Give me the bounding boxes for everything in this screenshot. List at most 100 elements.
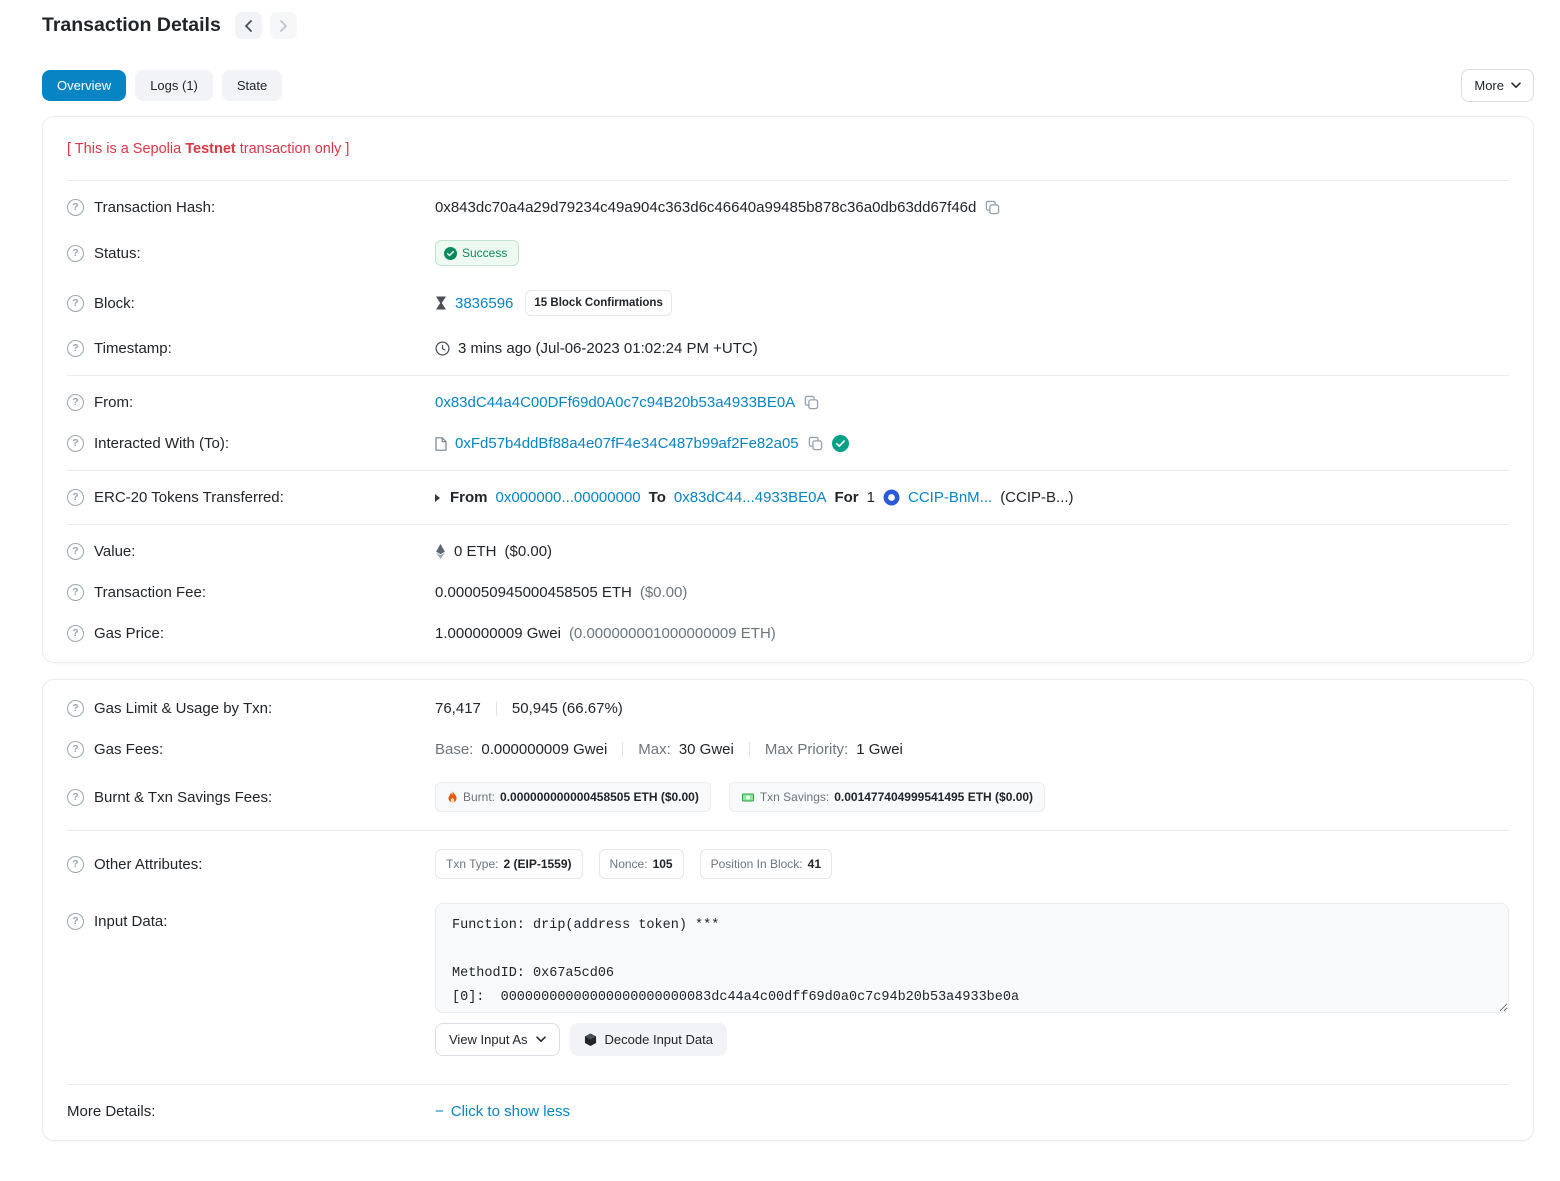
divider <box>67 524 1509 525</box>
banner-prefix: [ This is a Sepolia <box>67 141 185 157</box>
help-icon: ? <box>67 435 84 452</box>
help-icon: ? <box>67 700 84 717</box>
erc20-token-link[interactable]: CCIP-BnM... <box>908 489 992 506</box>
divider <box>67 180 1509 181</box>
help-icon: ? <box>67 199 84 216</box>
label-text: Gas Price: <box>94 625 164 642</box>
max-fee-label: Max: <box>638 741 671 758</box>
erc20-for-word: For <box>834 489 858 506</box>
status-text: Success <box>462 246 507 260</box>
label-text: Status: <box>94 245 141 262</box>
gas-price-label: ? Gas Price: <box>67 625 435 642</box>
help-icon: ? <box>67 741 84 758</box>
gas-limit-value: 76,417 <box>435 700 481 717</box>
show-less-text: Click to show less <box>451 1103 570 1120</box>
block-label: ? Block: <box>67 295 435 312</box>
more-button[interactable]: More <box>1461 69 1534 102</box>
input-data-textarea[interactable]: Function: drip(address token) *** Method… <box>435 903 1509 1013</box>
money-icon <box>741 792 755 803</box>
hourglass-icon <box>435 296 447 310</box>
overview-card: [ This is a Sepolia Testnet transaction … <box>42 116 1534 663</box>
copy-icon[interactable] <box>984 199 1001 216</box>
chevron-down-icon <box>1511 82 1521 89</box>
divider <box>67 830 1509 831</box>
position-label: Position In Block: <box>711 857 803 871</box>
caret-right-icon[interactable] <box>435 494 440 502</box>
label-text: Transaction Fee: <box>94 584 206 601</box>
transaction-fee-label: ? Transaction Fee: <box>67 584 435 601</box>
next-transaction-button[interactable] <box>270 12 297 39</box>
row-value: ? Value: 0 ETH ($0.00) <box>67 531 1509 572</box>
banner-bold: Testnet <box>185 141 236 157</box>
cube-icon <box>584 1033 597 1047</box>
erc20-from-address-link[interactable]: 0x000000...00000000 <box>496 489 641 506</box>
input-data-label: ? Input Data: <box>67 903 435 930</box>
row-input-data: ? Input Data: Function: drip(address tok… <box>67 891 1509 1068</box>
erc20-transfer-item: From 0x000000...00000000 To 0x83dC44...4… <box>435 489 1509 506</box>
label-text: More Details: <box>67 1103 155 1120</box>
row-block: ? Block: 3836596 15 Block Confirmations <box>67 278 1509 328</box>
label-text: Burnt & Txn Savings Fees: <box>94 789 272 806</box>
row-interacted-with: ? Interacted With (To): 0xFd57b4ddBf88a4… <box>67 423 1509 464</box>
txn-type-value: 2 (EIP-1559) <box>503 857 571 871</box>
erc20-amount: 1 <box>867 489 875 506</box>
row-other-attributes: ? Other Attributes: Txn Type: 2 (EIP-155… <box>67 837 1509 891</box>
page-title: Transaction Details <box>42 14 221 37</box>
fee-usd: ($0.00) <box>640 584 688 601</box>
decode-input-data-button[interactable]: Decode Input Data <box>570 1023 727 1056</box>
from-label: ? From: <box>67 394 435 411</box>
previous-transaction-button[interactable] <box>235 12 262 39</box>
eth-logo-icon <box>435 544 446 559</box>
value-usd: ($0.00) <box>505 543 553 560</box>
timestamp-label: ? Timestamp: <box>67 340 435 357</box>
transaction-hash-value: 0x843dc70a4a29d79234c49a904c363d6c46640a… <box>435 199 976 216</box>
tab-logs[interactable]: Logs (1) <box>135 70 213 102</box>
block-number-link[interactable]: 3836596 <box>455 295 513 312</box>
nonce-label: Nonce: <box>610 857 648 871</box>
position-in-block-badge: Position In Block: 41 <box>700 849 832 879</box>
minus-icon: − <box>435 1103 444 1120</box>
transaction-details-page: Transaction Details Overview Logs (1) St… <box>0 0 1560 1181</box>
txn-type-badge: Txn Type: 2 (EIP-1559) <box>435 849 583 879</box>
tab-overview[interactable]: Overview <box>42 70 126 102</box>
help-icon: ? <box>67 489 84 506</box>
row-from: ? From: 0x83dC44a4C00DFf69d0A0c7c94B20b5… <box>67 382 1509 423</box>
row-timestamp: ? Timestamp: 3 mins ago (Jul-06-2023 01:… <box>67 328 1509 369</box>
txn-savings-badge-value: 0.001477404999541495 ETH ($0.00) <box>834 790 1033 804</box>
contract-document-icon <box>435 437 447 451</box>
divider <box>67 375 1509 376</box>
nonce-badge: Nonce: 105 <box>599 849 684 879</box>
divider <box>67 1084 1509 1085</box>
txn-type-label: Txn Type: <box>446 857 498 871</box>
to-address-link[interactable]: 0xFd57b4ddBf88a4e07fF4e34C487b99af2Fe82a… <box>455 435 799 452</box>
tab-state[interactable]: State <box>222 70 282 102</box>
separator <box>496 701 497 716</box>
view-input-as-button[interactable]: View Input As <box>435 1023 560 1056</box>
help-icon: ? <box>67 789 84 806</box>
help-icon: ? <box>67 625 84 642</box>
help-icon: ? <box>67 543 84 560</box>
burnt-badge: Burnt: 0.000000000000458505 ETH ($0.00) <box>435 782 711 812</box>
banner-suffix: transaction only ] <box>236 141 350 157</box>
txn-savings-badge-label: Txn Savings: <box>760 790 829 804</box>
fee-eth: 0.000050945000458505 ETH <box>435 584 632 601</box>
copy-glyph-icon <box>804 395 819 410</box>
max-priority-value: 1 Gwei <box>856 741 903 758</box>
chevron-right-icon <box>279 20 288 32</box>
from-address-link[interactable]: 0x83dC44a4C00DFf69d0A0c7c94B20b53a4933BE… <box>435 394 795 411</box>
erc20-to-word: To <box>649 489 666 506</box>
input-data-actions: View Input As Decode Input Data <box>435 1023 1509 1056</box>
gas-limit-label: ? Gas Limit & Usage by Txn: <box>67 700 435 717</box>
erc20-to-address-link[interactable]: 0x83dC44...4933BE0A <box>674 489 827 506</box>
position-value: 41 <box>808 857 821 871</box>
chevron-left-icon <box>244 20 253 32</box>
gas-price-eth: (0.000000001000000009 ETH) <box>569 625 776 642</box>
help-icon: ? <box>67 913 84 930</box>
copy-icon[interactable] <box>807 435 824 452</box>
row-gas-fees: ? Gas Fees: Base: 0.000000009 Gwei Max: … <box>67 729 1509 770</box>
copy-icon[interactable] <box>803 394 820 411</box>
show-less-link[interactable]: − Click to show less <box>435 1103 570 1120</box>
label-text: Transaction Hash: <box>94 199 215 216</box>
status-badge: Success <box>435 240 519 266</box>
other-attributes-label: ? Other Attributes: <box>67 856 435 873</box>
